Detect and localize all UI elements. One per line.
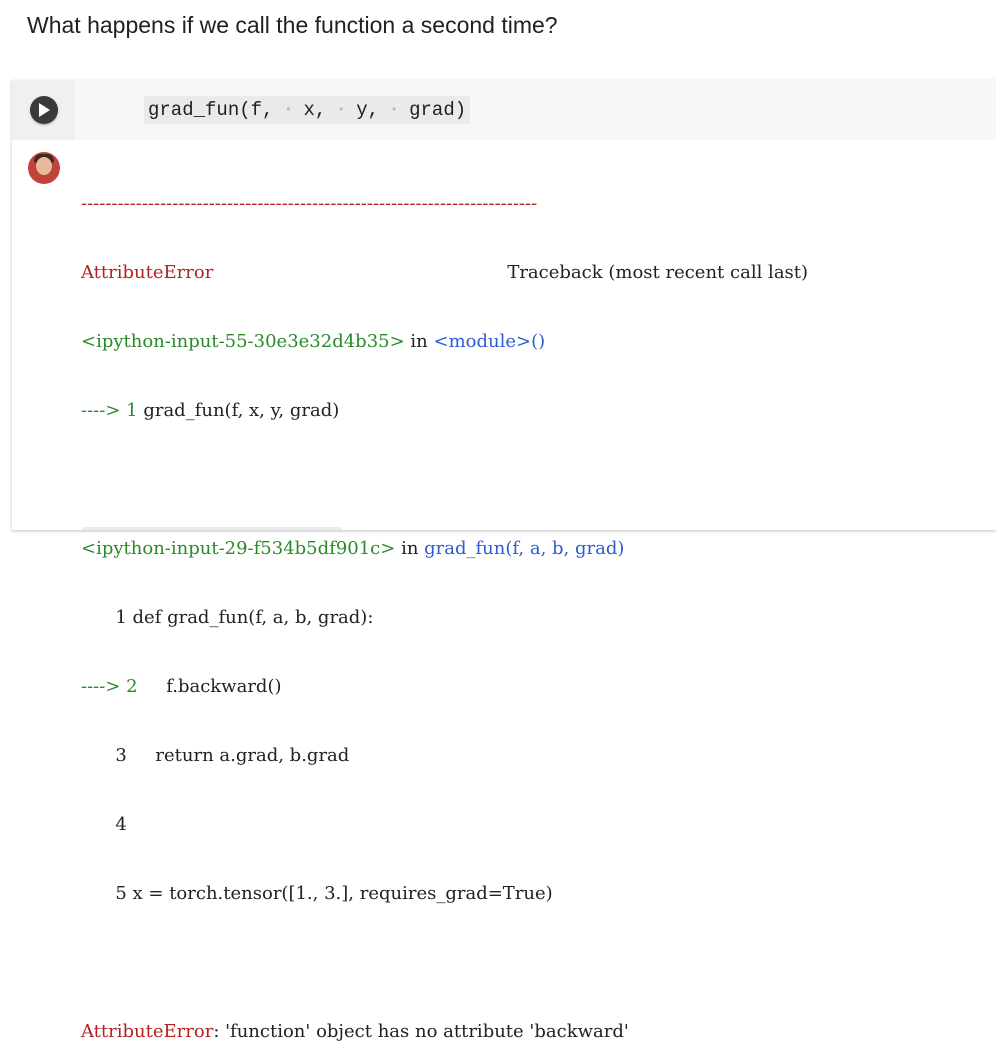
whitespace-marker: • — [284, 103, 293, 117]
code-token-arg: f, — [250, 99, 274, 122]
traceback-line: ----> 1 grad_fun(f, x, y, grad) — [81, 400, 340, 421]
whitespace-marker: • — [337, 103, 345, 117]
code-editor-line[interactable]: grad_fun(f, • x, • y, • grad) — [144, 96, 471, 124]
user-avatar — [28, 152, 60, 184]
code-input-area[interactable]: grad_fun(f, • x, • y, • grad) — [74, 80, 996, 140]
traceback-line: 4 — [81, 814, 127, 835]
markdown-cell-text: What happens if we call the function a s… — [27, 12, 558, 38]
code-token-arg: y, — [356, 99, 380, 122]
cell-gutter — [12, 80, 74, 140]
code-token-arg: grad — [409, 99, 455, 122]
code-token-arg: x, — [303, 99, 327, 122]
traceback-line: 1 def grad_fun(f, a, b, grad): — [81, 607, 374, 628]
play-icon — [39, 103, 50, 117]
whitespace-marker: • — [390, 103, 398, 117]
error-type: AttributeError — [81, 262, 214, 283]
cell-output: ----------------------------------------… — [81, 148, 808, 1060]
run-cell-button[interactable] — [30, 96, 58, 124]
traceback-line: 3 return a.grad, b.grad — [81, 745, 350, 766]
code-cell[interactable]: grad_fun(f, • x, • y, • grad) ----------… — [12, 80, 996, 1042]
traceback-frame-header: <ipython-input-55-30e3e32d4b35> in <modu… — [81, 331, 546, 352]
traceback-frame-header: <ipython-input-29-f534b5df901c> in grad_… — [81, 538, 625, 559]
traceback-blank — [81, 949, 808, 976]
traceback-header: AttributeError Traceback (most recent cal… — [81, 259, 808, 286]
code-token-paren: ( — [239, 99, 251, 122]
traceback-line: 5 x = torch.tensor([1., 3.], requires_gr… — [81, 883, 553, 904]
traceback-blank — [81, 466, 808, 493]
traceback-final-error: AttributeError: 'function' object has no… — [81, 1021, 629, 1042]
code-token-fn: grad_fun — [148, 99, 240, 122]
traceback-separator: ----------------------------------------… — [81, 193, 538, 214]
traceback-label: Traceback (most recent call last) — [507, 262, 809, 283]
code-token-paren: ) — [454, 99, 467, 122]
traceback-line: ----> 2 f.backward() — [81, 676, 282, 697]
